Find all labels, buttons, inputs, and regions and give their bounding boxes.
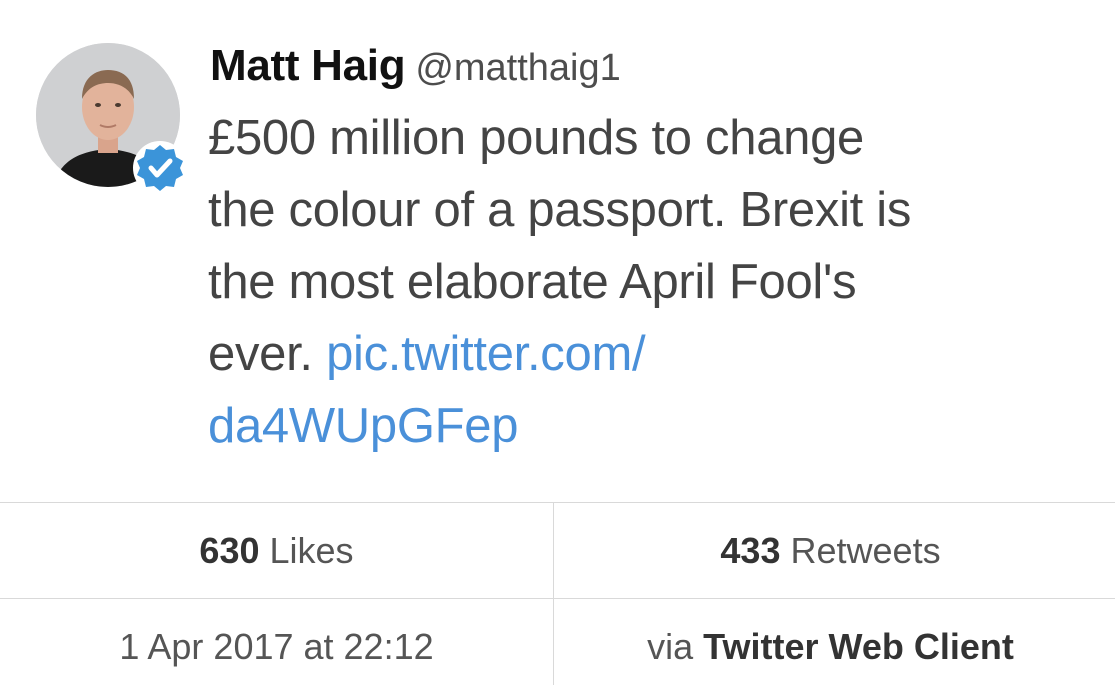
verified-badge-icon	[133, 141, 187, 195]
timestamp[interactable]: 1 Apr 2017 at 22:12	[0, 626, 553, 668]
retweets-count: 433	[720, 530, 781, 571]
divider	[0, 502, 1115, 503]
tweet-text-line: the colour of a passport. Brexit is	[208, 183, 912, 237]
pic-link-continued[interactable]: da4WUpGFep	[208, 399, 519, 453]
tweet-text-fragment: ever.	[208, 327, 313, 381]
tweet-text-line: £500 million pounds to change	[208, 111, 865, 165]
pic-link[interactable]: pic.twitter.com/	[326, 327, 646, 381]
via-client: via Twitter Web Client	[554, 626, 1107, 668]
via-label: via	[647, 626, 694, 667]
author-handle[interactable]: @matthaig1	[415, 47, 620, 89]
retweets-stat[interactable]: 433 Retweets	[554, 530, 1107, 572]
tweet-text-line: da4WUpGFep	[208, 390, 1088, 462]
tweet-text-line: ever. pic.twitter.com/	[208, 318, 1088, 390]
likes-stat[interactable]: 630 Likes	[0, 530, 553, 572]
divider	[0, 598, 1115, 599]
tweet-text: £500 million pounds to change the colour…	[208, 102, 1088, 462]
likes-label: Likes	[269, 530, 354, 571]
author-name[interactable]: Matt Haig	[210, 41, 406, 90]
tweet-text-line: the most elaborate April Fool's	[208, 255, 857, 309]
tweet-header: Matt Haig @matthaig1	[210, 38, 621, 104]
likes-count: 630	[199, 530, 260, 571]
tweet-card: Matt Haig @matthaig1 £500 million pounds …	[0, 0, 1115, 685]
retweets-label: Retweets	[790, 530, 941, 571]
client-name[interactable]: Twitter Web Client	[703, 626, 1014, 667]
